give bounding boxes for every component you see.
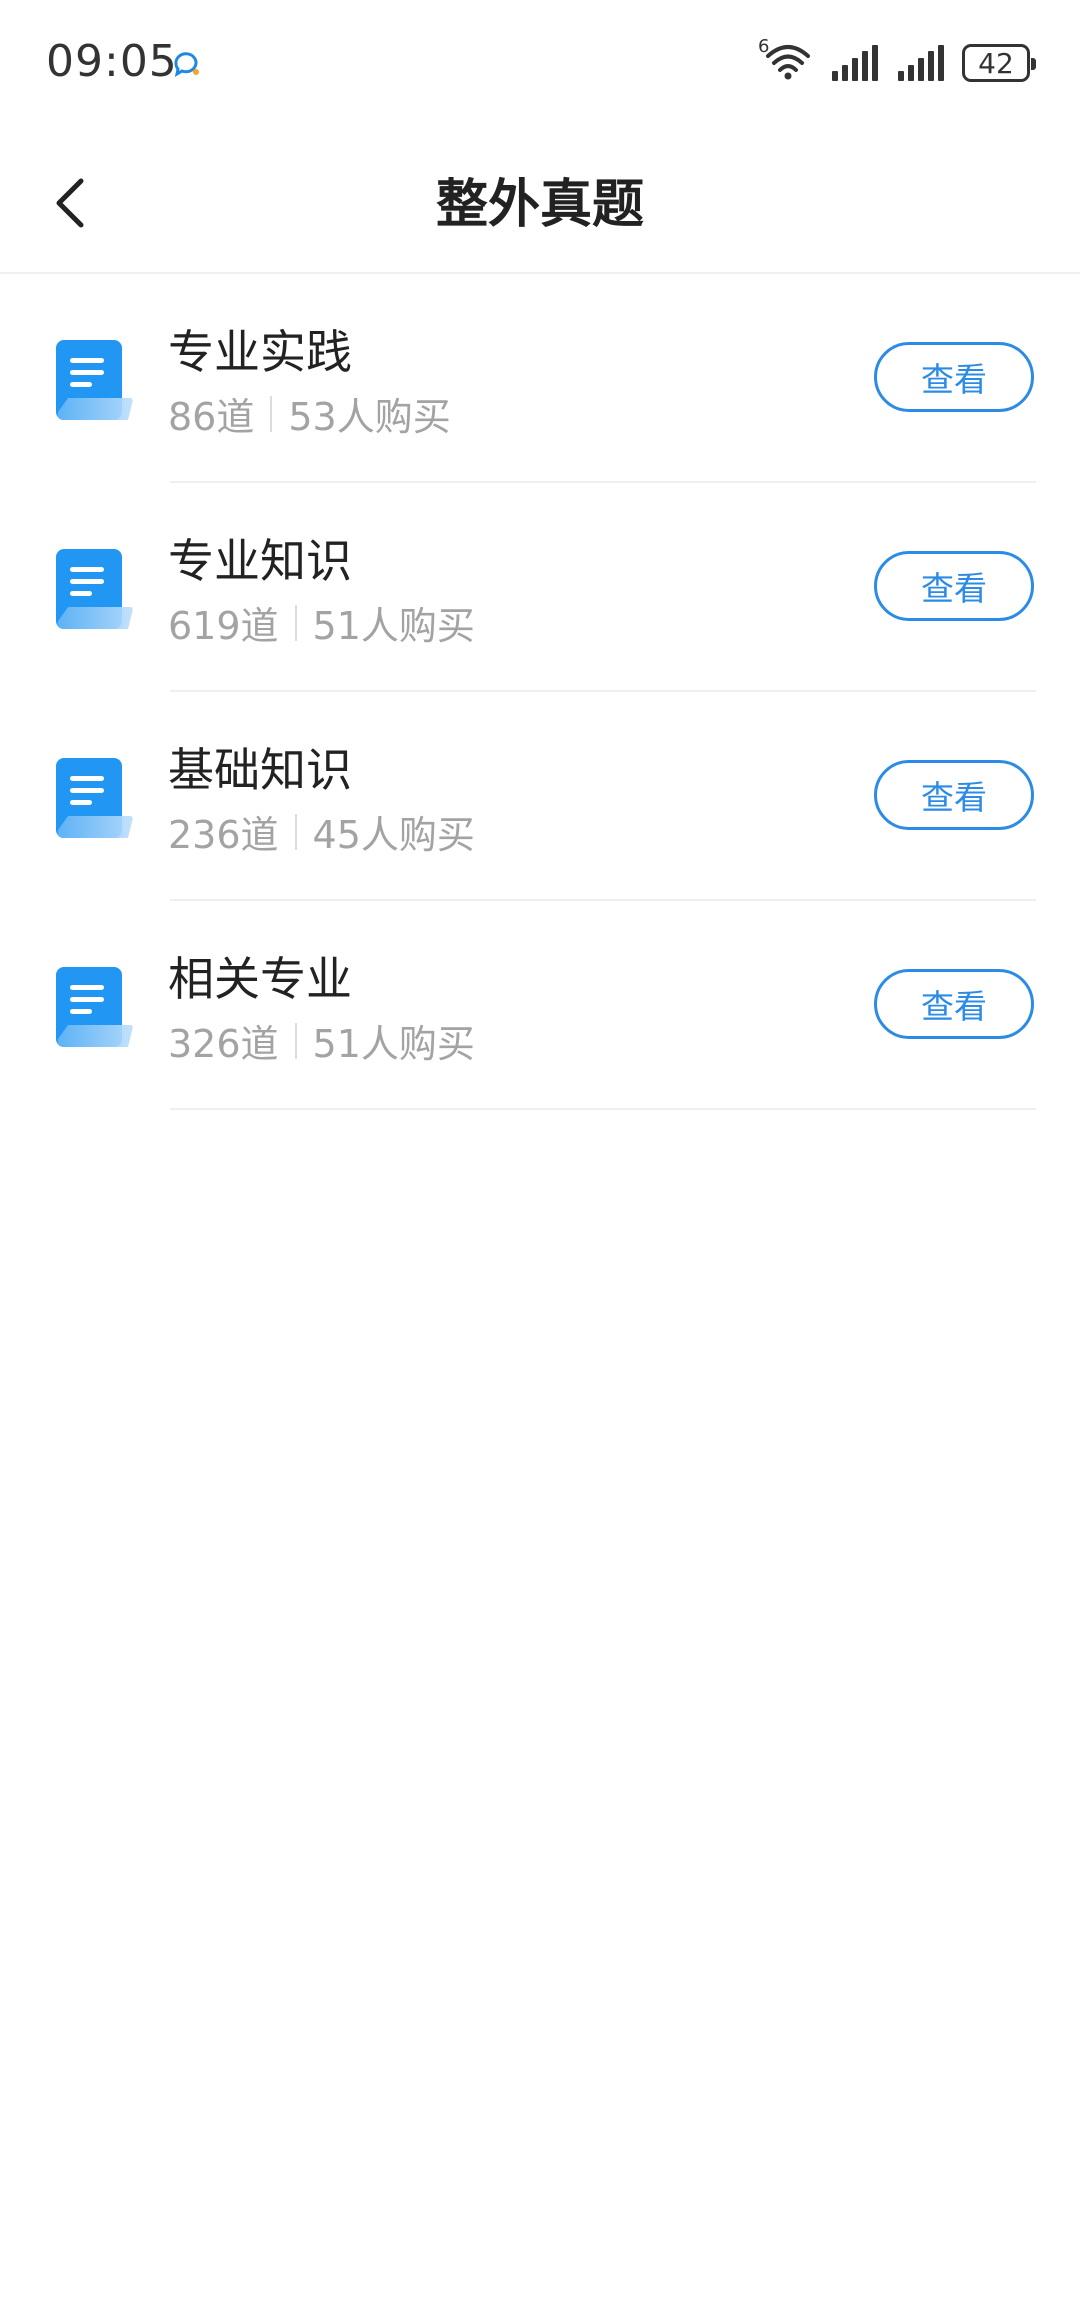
- item-meta: 619道 51人购买: [168, 595, 475, 650]
- buyer-count: 45人购买: [312, 813, 475, 857]
- meta-divider: [294, 1022, 297, 1059]
- meta-divider: [294, 813, 297, 850]
- view-button[interactable]: 查看: [874, 342, 1034, 412]
- view-button[interactable]: 查看: [874, 551, 1034, 621]
- document-icon: [56, 549, 133, 629]
- network-label: 6: [758, 36, 770, 57]
- list-item[interactable]: 基础知识 236道 45人购买 查看: [0, 692, 1080, 901]
- wifi-icon: [766, 45, 810, 80]
- item-title: 基础知识: [168, 743, 352, 797]
- view-button[interactable]: 查看: [874, 760, 1034, 830]
- item-title: 相关专业: [168, 952, 352, 1006]
- document-icon: [56, 758, 133, 838]
- status-bar: 09:05 6 42: [0, 0, 1080, 128]
- question-count: 236道: [168, 813, 279, 857]
- list-item[interactable]: 专业实践 86道 53人购买 查看: [0, 274, 1080, 483]
- item-title: 专业知识: [168, 534, 352, 588]
- battery-level: 42: [978, 46, 1014, 80]
- list-item[interactable]: 相关专业 326道 51人购买 查看: [0, 901, 1080, 1110]
- buyer-count: 51人购买: [312, 604, 475, 648]
- document-icon: [56, 340, 133, 420]
- chat-bubble-icon: [174, 52, 199, 78]
- list-item[interactable]: 专业知识 619道 51人购买 查看: [0, 483, 1080, 692]
- buyer-count: 51人购买: [312, 1022, 475, 1066]
- document-icon: [56, 967, 133, 1047]
- page-title: 整外真题: [435, 175, 644, 235]
- buyer-count: 53人购买: [288, 395, 451, 439]
- question-count: 326道: [168, 1022, 279, 1066]
- status-icons: 6 42: [758, 36, 1036, 84]
- item-title: 专业实践: [168, 325, 352, 379]
- wifi-indicator: 6: [758, 36, 812, 84]
- meta-divider: [294, 604, 297, 641]
- divider: [170, 1108, 1036, 1110]
- exam-list: 专业实践 86道 53人购买 查看 专业知识 619道 51人购买 查看 基础知…: [0, 274, 1080, 1110]
- question-count: 619道: [168, 604, 279, 648]
- status-time: 09:05: [46, 36, 178, 87]
- signal-icon: [832, 45, 878, 81]
- signal-icon-2: [898, 45, 944, 81]
- view-button[interactable]: 查看: [874, 969, 1034, 1039]
- item-meta: 236道 45人购买: [168, 804, 475, 859]
- item-meta: 86道 53人购买: [168, 386, 451, 441]
- question-count: 86道: [168, 395, 255, 439]
- header: 整外真题: [0, 128, 1080, 274]
- item-meta: 326道 51人购买: [168, 1013, 475, 1068]
- meta-divider: [270, 395, 273, 432]
- battery-icon: 42: [962, 44, 1036, 82]
